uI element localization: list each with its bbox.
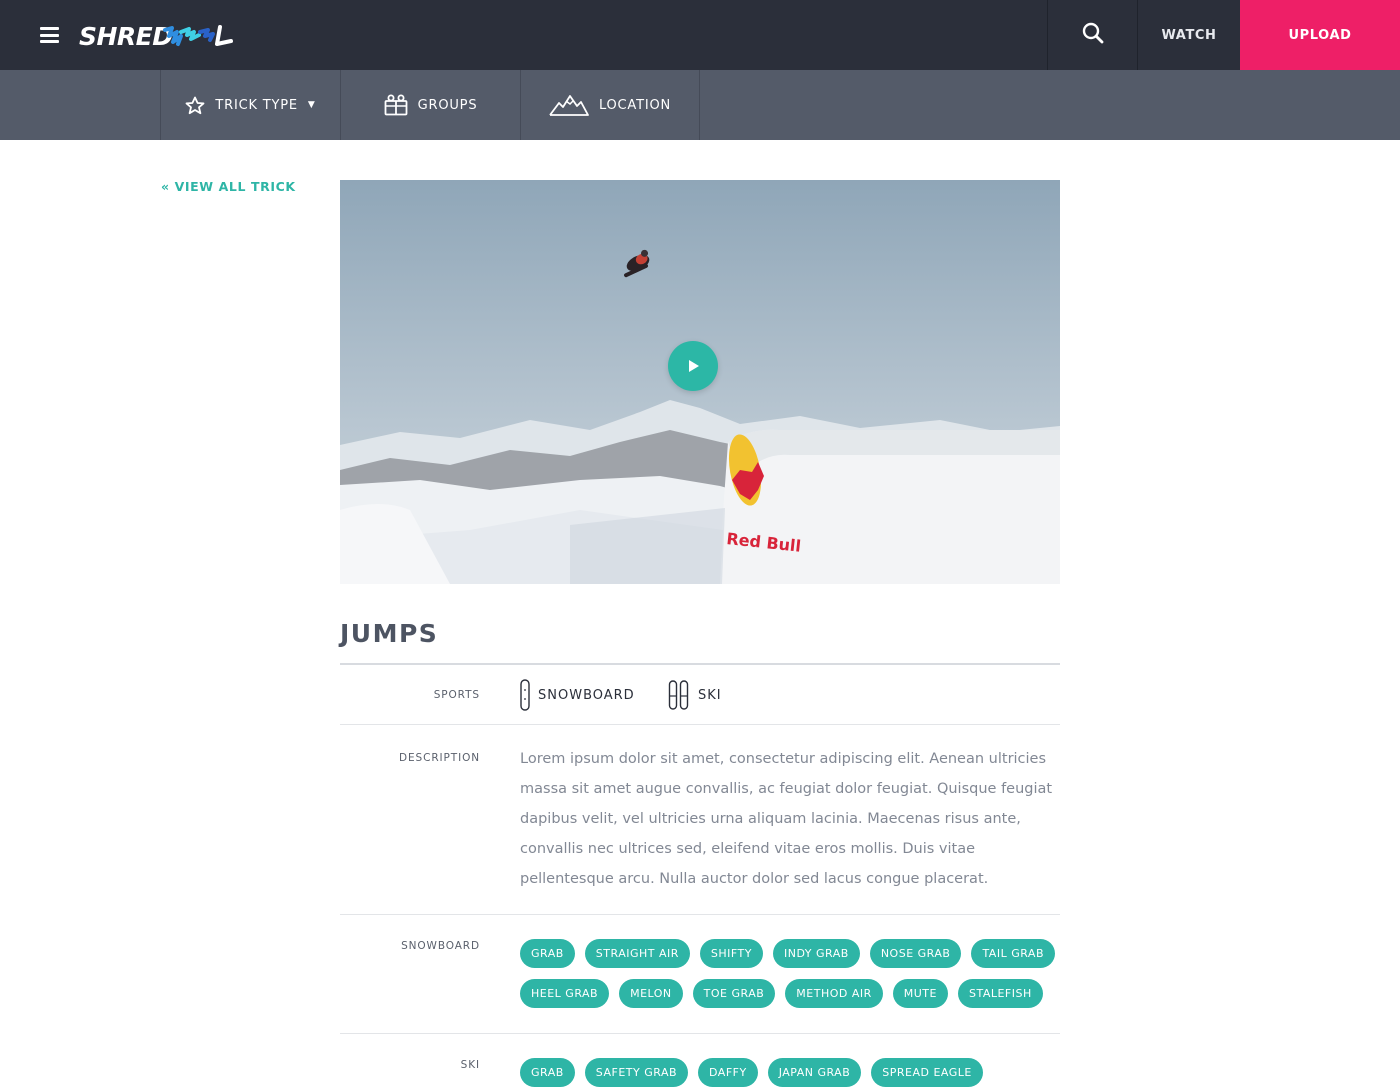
tag-chip[interactable]: MELON bbox=[619, 979, 683, 1008]
tag-chip[interactable]: STRAIGHT AIR bbox=[584, 939, 690, 968]
sport-ski-label: SKI bbox=[698, 687, 722, 703]
tab-trick-type[interactable]: TRICK TYPE ▼ bbox=[160, 70, 340, 140]
page-title: JUMPS bbox=[340, 619, 439, 648]
mountain-icon bbox=[549, 93, 589, 117]
description-label: DESCRIPTION bbox=[399, 752, 480, 764]
ski-icon bbox=[668, 680, 690, 710]
top-navigation-bar: SHRED WATCH UPLOAD bbox=[0, 0, 1400, 70]
play-button[interactable] bbox=[668, 341, 718, 391]
divider bbox=[340, 663, 1060, 665]
tag-chip[interactable]: SHIFTY bbox=[699, 939, 763, 968]
tab-location[interactable]: LOCATION bbox=[520, 70, 700, 140]
tab-groups-label: GROUPS bbox=[417, 97, 478, 113]
ski-tags-label: SKI bbox=[460, 1059, 480, 1071]
video-player[interactable]: Red Bull bbox=[340, 180, 1060, 584]
tab-trick-type-label: TRICK TYPE bbox=[215, 97, 298, 113]
tag-chip[interactable]: SAFETY GRAB bbox=[584, 1058, 689, 1087]
snowboard-tags-label: SNOWBOARD bbox=[401, 940, 480, 952]
svg-text:SHRED: SHRED bbox=[79, 22, 173, 51]
watch-button[interactable]: WATCH bbox=[1138, 0, 1240, 70]
chevron-down-icon: ▼ bbox=[307, 100, 316, 110]
tag-chip[interactable]: NOSE GRAB bbox=[869, 939, 962, 968]
groups-icon bbox=[384, 94, 408, 116]
sports-label: SPORTS bbox=[433, 689, 480, 701]
tab-groups[interactable]: GROUPS bbox=[340, 70, 520, 140]
sport-ski[interactable]: SKI bbox=[668, 680, 722, 710]
tag-chip[interactable]: GRAB bbox=[520, 939, 575, 968]
tag-chip[interactable]: SPREAD EAGLE bbox=[871, 1058, 983, 1087]
star-icon bbox=[185, 96, 205, 115]
tag-chip[interactable]: MUTE bbox=[892, 979, 948, 1008]
search-icon bbox=[1082, 22, 1104, 48]
filter-bar: TRICK TYPE ▼ GROUPS LOCATION bbox=[0, 70, 1400, 140]
tag-chip[interactable]: INDY GRAB bbox=[772, 939, 860, 968]
snowboard-tag-list: GRAB STRAIGHT AIR SHIFTY INDY GRAB NOSE GRAB… bbox=[520, 939, 1065, 1019]
ski-tag-list: GRAB SAFETY GRAB DAFFY JAPAN GRAB SPREAD EAG… bbox=[520, 1058, 1065, 1090]
divider bbox=[340, 724, 1060, 725]
divider bbox=[340, 914, 1060, 915]
view-all-tricks-link[interactable]: « VIEW ALL TRICK bbox=[161, 179, 296, 194]
tag-chip[interactable]: HEEL GRAB bbox=[520, 979, 610, 1008]
tag-chip[interactable]: TOE GRAB bbox=[692, 979, 776, 1008]
trick-description: Lorem ipsum dolor sit amet, consectetur … bbox=[520, 751, 1053, 887]
shredreel-logo[interactable]: SHRED bbox=[78, 14, 240, 56]
divider bbox=[340, 1033, 1060, 1034]
sport-snowboard-label: SNOWBOARD bbox=[538, 687, 635, 703]
menu-icon[interactable] bbox=[40, 27, 59, 43]
upload-button[interactable]: UPLOAD bbox=[1240, 0, 1400, 70]
tab-location-label: LOCATION bbox=[598, 97, 672, 113]
tag-chip[interactable]: GRAB bbox=[520, 1058, 575, 1087]
snowboard-icon bbox=[520, 679, 530, 711]
tag-chip[interactable]: JAPAN GRAB bbox=[767, 1058, 862, 1087]
tag-chip[interactable]: METHOD AIR bbox=[785, 979, 883, 1008]
search-button[interactable] bbox=[1048, 0, 1137, 70]
tag-chip[interactable]: TAIL GRAB bbox=[971, 939, 1055, 968]
tag-chip[interactable]: STALEFISH bbox=[957, 979, 1043, 1008]
sport-snowboard[interactable]: SNOWBOARD bbox=[520, 679, 635, 711]
tag-chip[interactable]: DAFFY bbox=[698, 1058, 758, 1087]
play-icon bbox=[685, 358, 701, 374]
